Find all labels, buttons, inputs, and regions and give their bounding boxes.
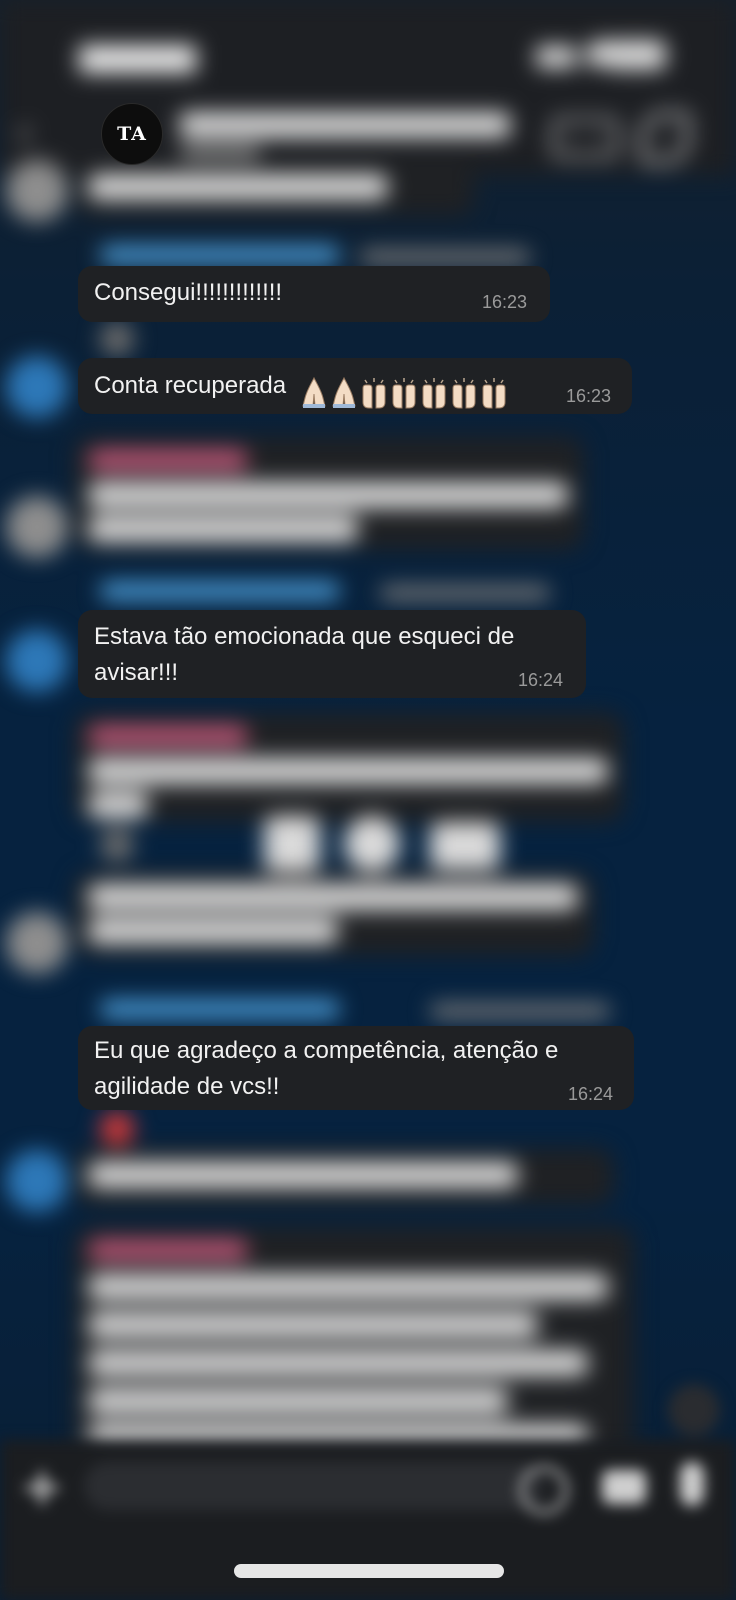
message-text-redacted [88,758,608,784]
message-text: Consegui!!!!!!!!!!!!! [94,279,283,306]
phone-icon[interactable] [640,112,690,164]
message-bubble[interactable]: Consegui!!!!!!!!!!!!! 16:23 [78,266,550,322]
reaction-icon[interactable] [100,322,134,356]
message-text-redacted [88,516,358,542]
quote-meta-redacted [380,586,550,600]
status-time-redacted: ▆▆▆▆▆ [80,39,196,72]
raising-hands-emoji [359,376,389,410]
sender-name-redacted [88,450,248,470]
emoji-redacted [344,816,400,872]
raising-hands-emoji [389,376,419,410]
chat-title-redacted[interactable] [180,112,510,138]
message-bubble[interactable]: Conta recuperada 16:23 [78,358,632,414]
message-text-redacted [88,1312,538,1338]
sender-name-redacted [88,1240,248,1260]
avatar[interactable] [6,912,68,974]
quote-meta-redacted [360,250,530,264]
raising-hands-emoji [419,376,449,410]
avatar[interactable] [6,356,68,418]
avatar[interactable] [6,496,68,558]
signal-icon [536,46,576,68]
reaction-icon[interactable] [100,1112,134,1146]
message-input[interactable] [84,1462,544,1510]
message-text-redacted [88,792,148,818]
message-bubble-redacted [74,1226,634,1456]
message-text-body: Conta recuperada [94,372,287,399]
message-time: 16:24 [518,670,564,690]
message-text-redacted [88,1388,508,1414]
reaction-icon[interactable] [100,828,134,862]
quote-sender-redacted [100,246,340,264]
avatar[interactable] [6,1150,68,1212]
folded-hands-emoji [329,376,359,410]
emoji-redacted [264,816,320,872]
chat-screen: ▆▆▆▆▆ ‹ TA Consegui!!!!!!!!!!!!! 16:23 C… [0,0,736,1600]
raising-hands-emoji [479,376,509,410]
emoji-row [299,373,509,410]
avatar[interactable] [6,630,68,692]
message-time: 16:24 [568,1084,614,1104]
message-text-redacted [88,1162,518,1188]
battery-icon [606,40,666,70]
message-text-redacted [88,174,388,200]
group-avatar[interactable]: TA [101,103,163,165]
message-text: agilidade de vcs!! [94,1073,280,1100]
message-text: Estava tão emocionada que esqueci de [94,623,515,650]
message-text-redacted [88,1274,608,1300]
sticker-icon[interactable] [520,1466,568,1514]
avatar-initials: TA [117,123,147,145]
message-text: Conta recuperada [94,367,509,410]
message-bubble[interactable]: Estava tão emocionada que esqueci de avi… [78,610,586,698]
quote-meta-redacted [430,1004,610,1018]
folded-hands-emoji [299,376,329,410]
message-time: 16:23 [482,292,528,312]
sender-name-redacted [88,726,248,746]
message-bubble[interactable]: Eu que agradeço a competência, atenção e… [78,1026,634,1110]
plus-icon[interactable] [24,1470,60,1506]
avatar[interactable] [6,160,68,222]
message-text-redacted [88,1350,588,1376]
message-text-redacted [88,884,578,910]
scroll-down-icon[interactable] [668,1384,720,1436]
message-time: 16:23 [566,386,612,406]
quote-sender-redacted [100,582,340,600]
message-text: avisar!!! [94,659,179,686]
microphone-icon[interactable] [680,1462,704,1506]
back-icon[interactable]: ‹ [18,110,31,155]
message-text: Eu que agradeço a competência, atenção e [94,1037,559,1064]
emoji-redacted [430,822,500,870]
quote-sender-redacted [100,1000,340,1018]
home-indicator[interactable] [234,1564,504,1578]
message-text-redacted [88,918,338,944]
camera-icon[interactable] [602,1470,646,1504]
raising-hands-emoji [449,376,479,410]
video-call-icon[interactable] [552,118,618,158]
message-text-redacted [88,482,568,508]
status-bar: ▆▆▆▆▆ [0,0,736,90]
chat-subtitle-redacted [180,146,260,160]
